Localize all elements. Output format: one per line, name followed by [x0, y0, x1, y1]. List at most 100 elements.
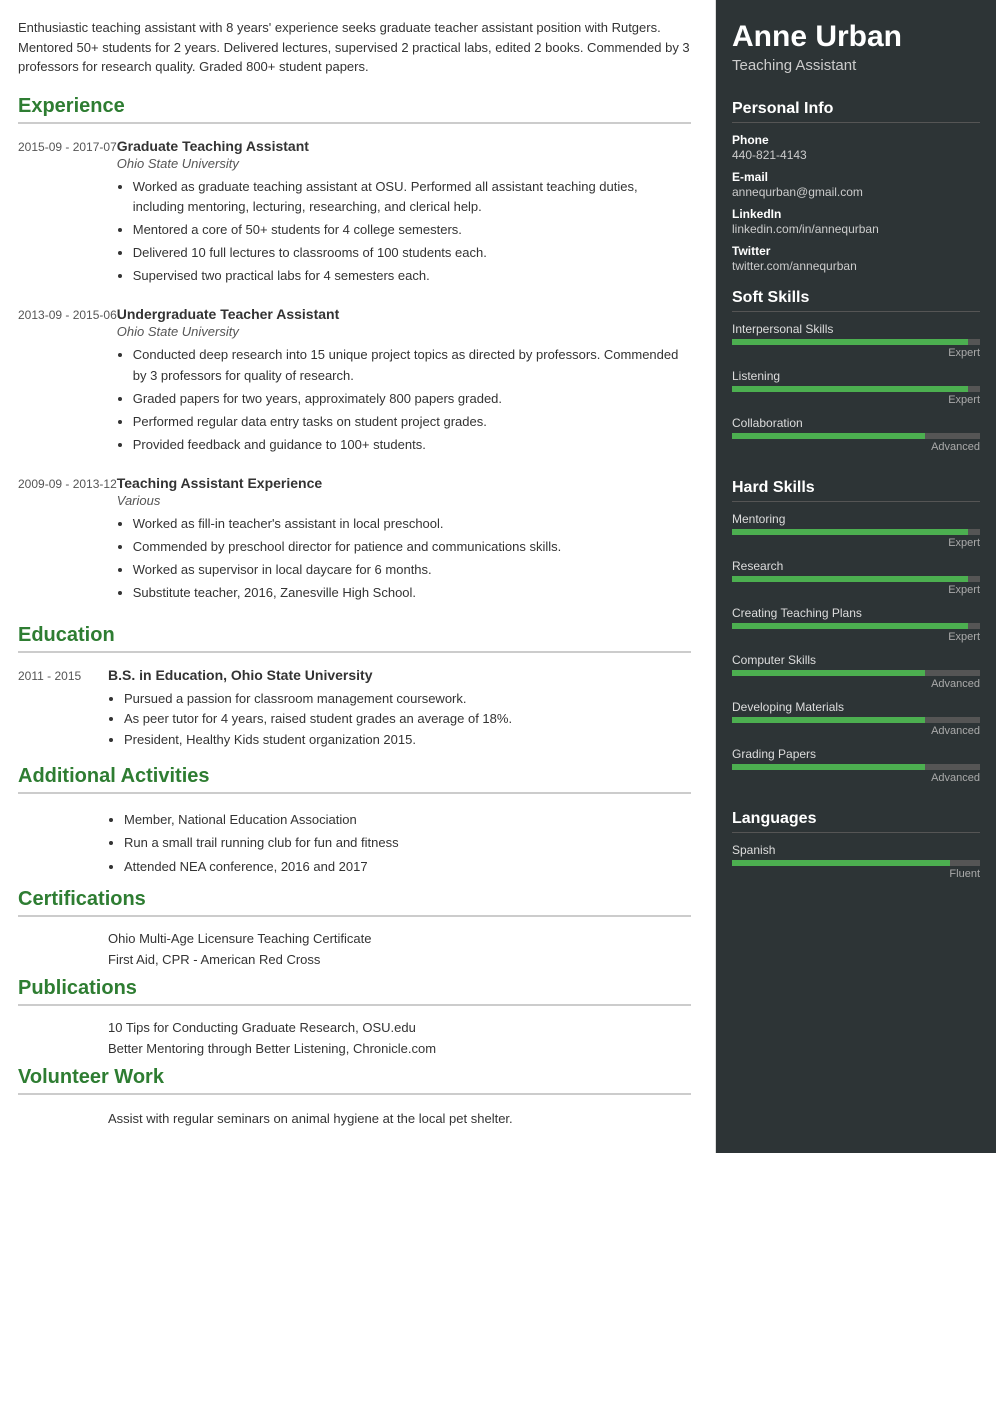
- skill-level: Advanced: [732, 678, 980, 690]
- skill-name: Mentoring: [732, 512, 980, 526]
- exp-title: Graduate Teaching Assistant: [117, 138, 691, 154]
- activities-section: Additional Activities Member, National E…: [18, 765, 691, 878]
- experience-entry: 2015-09 - 2017-07Graduate Teaching Assis…: [18, 138, 691, 289]
- skill-name: Interpersonal Skills: [732, 322, 980, 336]
- language-level: Fluent: [732, 868, 980, 880]
- candidate-name: Anne Urban: [732, 20, 980, 53]
- edu-title: B.S. in Education, Ohio State University: [108, 667, 512, 683]
- phone-label: Phone: [732, 133, 980, 147]
- languages-list: Spanish Fluent: [732, 843, 980, 880]
- right-panel: Anne Urban Teaching Assistant Personal I…: [716, 0, 996, 1153]
- language-name: Spanish: [732, 843, 980, 857]
- certifications-title: Certifications: [18, 888, 691, 917]
- skill-item: ResearchExpert: [732, 559, 980, 596]
- skill-level: Advanced: [732, 772, 980, 784]
- activity-item: Attended NEA conference, 2016 and 2017: [124, 855, 691, 878]
- soft-skills-list: Interpersonal Skills Expert Listening Exper…: [732, 322, 980, 453]
- skill-name: Collaboration: [732, 416, 980, 430]
- volunteer-section: Volunteer Work Assist with regular semin…: [18, 1066, 691, 1129]
- edu-bullet: President, Healthy Kids student organiza…: [124, 730, 512, 751]
- vol-list: Assist with regular seminars on animal h…: [18, 1109, 691, 1129]
- skill-bar-bg: [732, 717, 980, 723]
- exp-bullet: Graded papers for two years, approximate…: [133, 389, 691, 410]
- skill-bar-bg: [732, 576, 980, 582]
- linkedin-label: LinkedIn: [732, 207, 980, 221]
- publications-title: Publications: [18, 977, 691, 1006]
- skill-level: Advanced: [732, 725, 980, 737]
- pub-list: 10 Tips for Conducting Graduate Research…: [18, 1020, 691, 1056]
- exp-title: Undergraduate Teacher Assistant: [117, 306, 691, 322]
- skill-level: Expert: [732, 394, 980, 406]
- phone-value: 440-821-4143: [732, 148, 980, 162]
- skill-item: Interpersonal Skills Expert: [732, 322, 980, 359]
- pub-item: 10 Tips for Conducting Graduate Research…: [108, 1020, 691, 1035]
- exp-title: Teaching Assistant Experience: [117, 475, 691, 491]
- right-header: Anne Urban Teaching Assistant: [716, 0, 996, 90]
- exp-date: 2015-09 - 2017-07: [18, 138, 117, 289]
- skill-level: Advanced: [732, 441, 980, 453]
- skill-bar-bg: [732, 386, 980, 392]
- education-entry: 2011 - 2015B.S. in Education, Ohio State…: [18, 667, 691, 751]
- exp-bullets: Conducted deep research into 15 unique p…: [117, 345, 691, 455]
- education-entries: 2011 - 2015B.S. in Education, Ohio State…: [18, 667, 691, 751]
- resume-container: Enthusiastic teaching assistant with 8 y…: [0, 0, 996, 1153]
- skill-bar-bg: [732, 339, 980, 345]
- twitter-label: Twitter: [732, 244, 980, 258]
- experience-entries: 2015-09 - 2017-07Graduate Teaching Assis…: [18, 138, 691, 606]
- exp-content: Graduate Teaching Assistant Ohio State Un…: [117, 138, 691, 289]
- left-panel: Enthusiastic teaching assistant with 8 y…: [0, 0, 716, 1153]
- skill-item: Developing MaterialsAdvanced: [732, 700, 980, 737]
- skill-level: Expert: [732, 347, 980, 359]
- edu-bullet: Pursued a passion for classroom manageme…: [124, 689, 512, 710]
- hard-skills-list: MentoringExpertResearchExpertCreating Te…: [732, 512, 980, 784]
- skill-name: Creating Teaching Plans: [732, 606, 980, 620]
- publications-section: Publications 10 Tips for Conducting Grad…: [18, 977, 691, 1056]
- skill-item: Mentoring Expert: [732, 512, 980, 549]
- exp-org: Various: [117, 493, 691, 508]
- skill-bar-fill: [732, 576, 968, 582]
- skill-bar-fill: [732, 339, 968, 345]
- languages-title: Languages: [732, 810, 980, 833]
- skill-item: Collaboration Advanced: [732, 416, 980, 453]
- language-bar-bg: [732, 860, 980, 866]
- skill-bar-fill: [732, 717, 925, 723]
- exp-bullet: Provided feedback and guidance to 100+ s…: [133, 435, 691, 456]
- exp-bullet: Commended by preschool director for pati…: [133, 537, 691, 558]
- skill-name: Listening: [732, 369, 980, 383]
- education-section: Education 2011 - 2015B.S. in Education, …: [18, 624, 691, 751]
- exp-bullet: Conducted deep research into 15 unique p…: [133, 345, 691, 387]
- exp-bullet: Mentored a core of 50+ students for 4 co…: [133, 220, 691, 241]
- language-bar-fill: [732, 860, 950, 866]
- summary-text: Enthusiastic teaching assistant with 8 y…: [18, 18, 691, 77]
- twitter-value: twitter.com/annequrban: [732, 259, 980, 273]
- hard-skills-section: Hard Skills MentoringExpertResearchExper…: [716, 469, 996, 800]
- exp-org: Ohio State University: [117, 156, 691, 171]
- skill-bar-fill: [732, 529, 968, 535]
- exp-bullets: Worked as fill-in teacher's assistant in…: [117, 514, 691, 603]
- education-title: Education: [18, 624, 691, 653]
- skill-item: Computer Skills Advanced: [732, 653, 980, 690]
- experience-entry: 2013-09 - 2015-06Undergraduate Teacher A…: [18, 306, 691, 457]
- linkedin-value: linkedin.com/in/annequrban: [732, 222, 980, 236]
- candidate-job-title: Teaching Assistant: [732, 57, 980, 74]
- exp-bullet: Supervised two practical labs for 4 seme…: [133, 266, 691, 287]
- skill-bar-bg: [732, 623, 980, 629]
- exp-bullet: Substitute teacher, 2016, Zanesville Hig…: [133, 583, 691, 604]
- skill-item: Grading Papers Advanced: [732, 747, 980, 784]
- skill-bar-bg: [732, 529, 980, 535]
- skill-bar-bg: [732, 433, 980, 439]
- volunteer-title: Volunteer Work: [18, 1066, 691, 1095]
- soft-skills-title: Soft Skills: [732, 289, 980, 312]
- exp-content: Teaching Assistant Experience Various Work…: [117, 475, 691, 605]
- skill-name: Computer Skills: [732, 653, 980, 667]
- skill-level: Expert: [732, 584, 980, 596]
- edu-bullet: As peer tutor for 4 years, raised studen…: [124, 709, 512, 730]
- cert-item: Ohio Multi-Age Licensure Teaching Certif…: [108, 931, 691, 946]
- exp-content: Undergraduate Teacher AssistantOhio Stat…: [117, 306, 691, 457]
- skill-level: Expert: [732, 537, 980, 549]
- exp-date: 2009-09 - 2013-12: [18, 475, 117, 605]
- email-label: E-mail: [732, 170, 980, 184]
- exp-bullet: Worked as graduate teaching assistant at…: [133, 177, 691, 219]
- activities-title: Additional Activities: [18, 765, 691, 794]
- skill-name: Grading Papers: [732, 747, 980, 761]
